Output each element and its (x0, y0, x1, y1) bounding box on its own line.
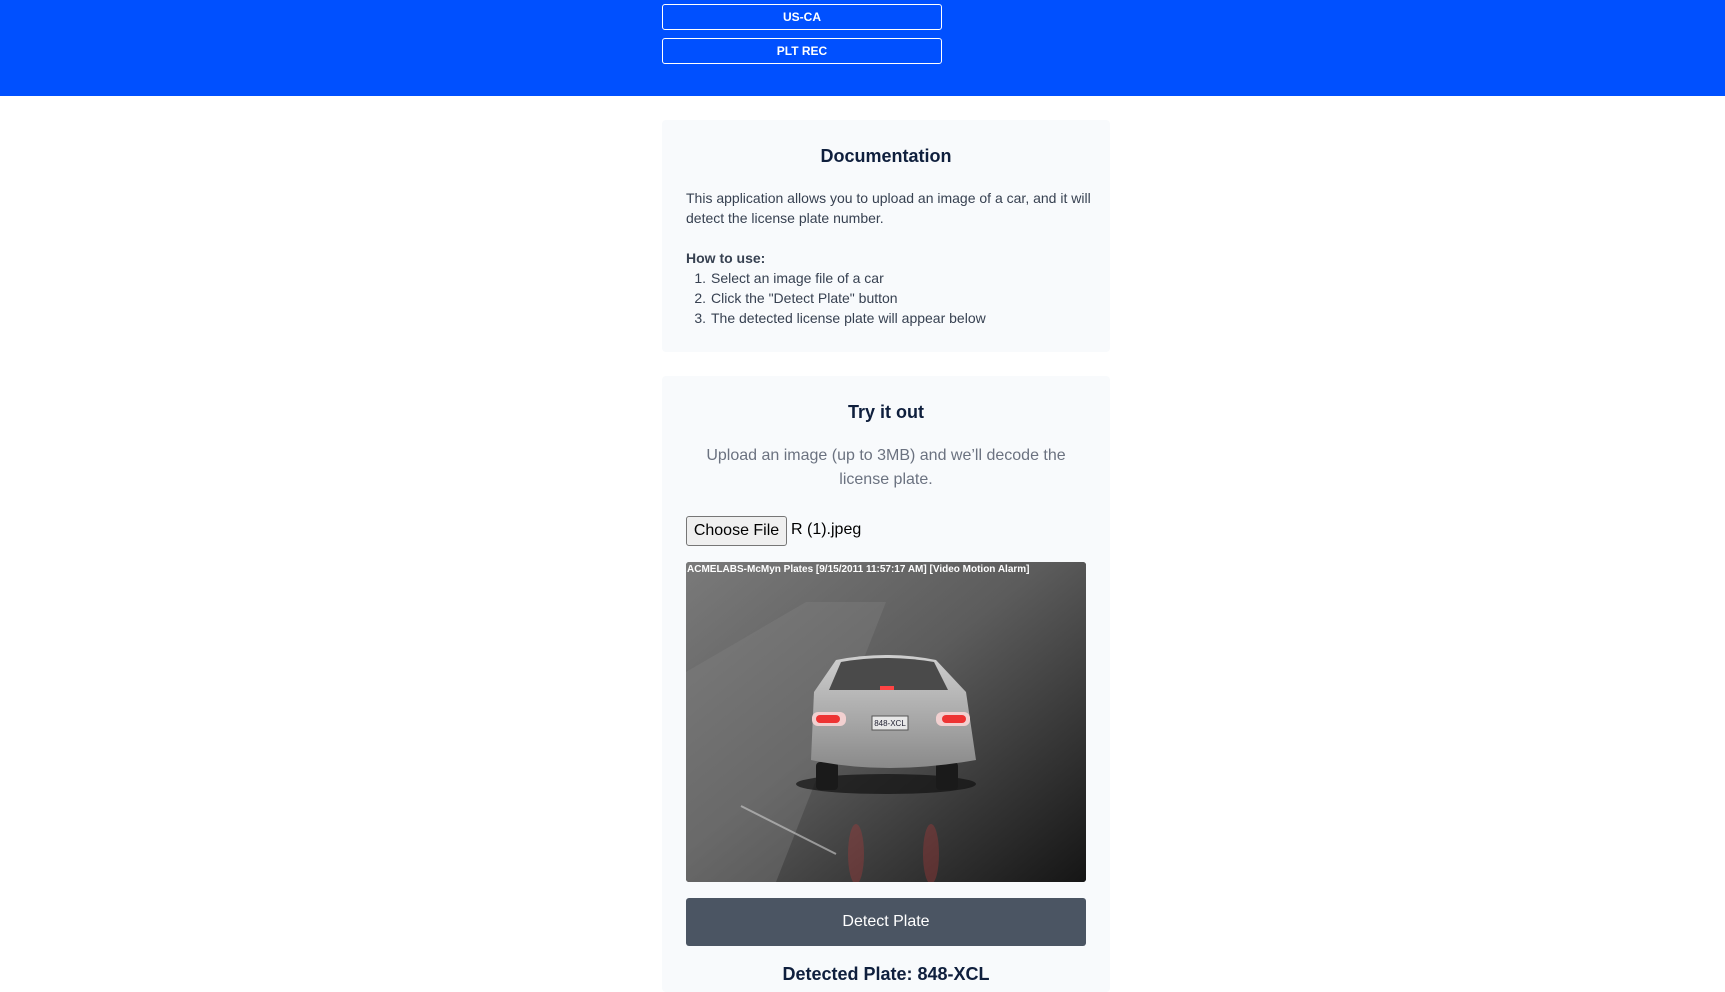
selected-file-name: R (1).jpeg (791, 521, 862, 538)
choose-file-button[interactable]: Choose File (686, 516, 787, 546)
howto-steps: 1. Select an image file of a car 2. Click … (686, 268, 1096, 328)
car-photo: 848-XCL (686, 562, 1086, 882)
uploaded-image-preview: 848-XCL ACMELABS-McMyn Plates [9/15/2011… (686, 562, 1086, 882)
upload-instructions: Upload an image (up to 3MB) and we’ll de… (706, 447, 1066, 488)
camera-overlay-text: ACMELABS-McMyn Plates [9/15/2011 11:57:1… (687, 564, 1030, 575)
detected-plate-result: Detected Plate: 848-XCL (782, 964, 990, 984)
list-item: 3. The detected license plate will appear… (694, 310, 986, 326)
list-item: 1. Select an image file of a car (694, 270, 884, 286)
plate-recognition-button[interactable]: PLT REC (662, 38, 942, 64)
documentation-intro: This application allows you to upload an… (686, 190, 1091, 226)
howto-label: How to use: (686, 250, 766, 266)
try-it-out-title: Try it out (848, 402, 924, 422)
plate-text: 848-XCL (874, 719, 906, 728)
detect-plate-button[interactable]: Detect Plate (686, 898, 1086, 946)
region-button[interactable]: US-CA (662, 4, 942, 30)
list-item: 2. Click the "Detect Plate" button (694, 290, 898, 306)
documentation-title: Documentation (820, 146, 952, 166)
top-bar: US-CA PLT REC (0, 0, 1725, 96)
